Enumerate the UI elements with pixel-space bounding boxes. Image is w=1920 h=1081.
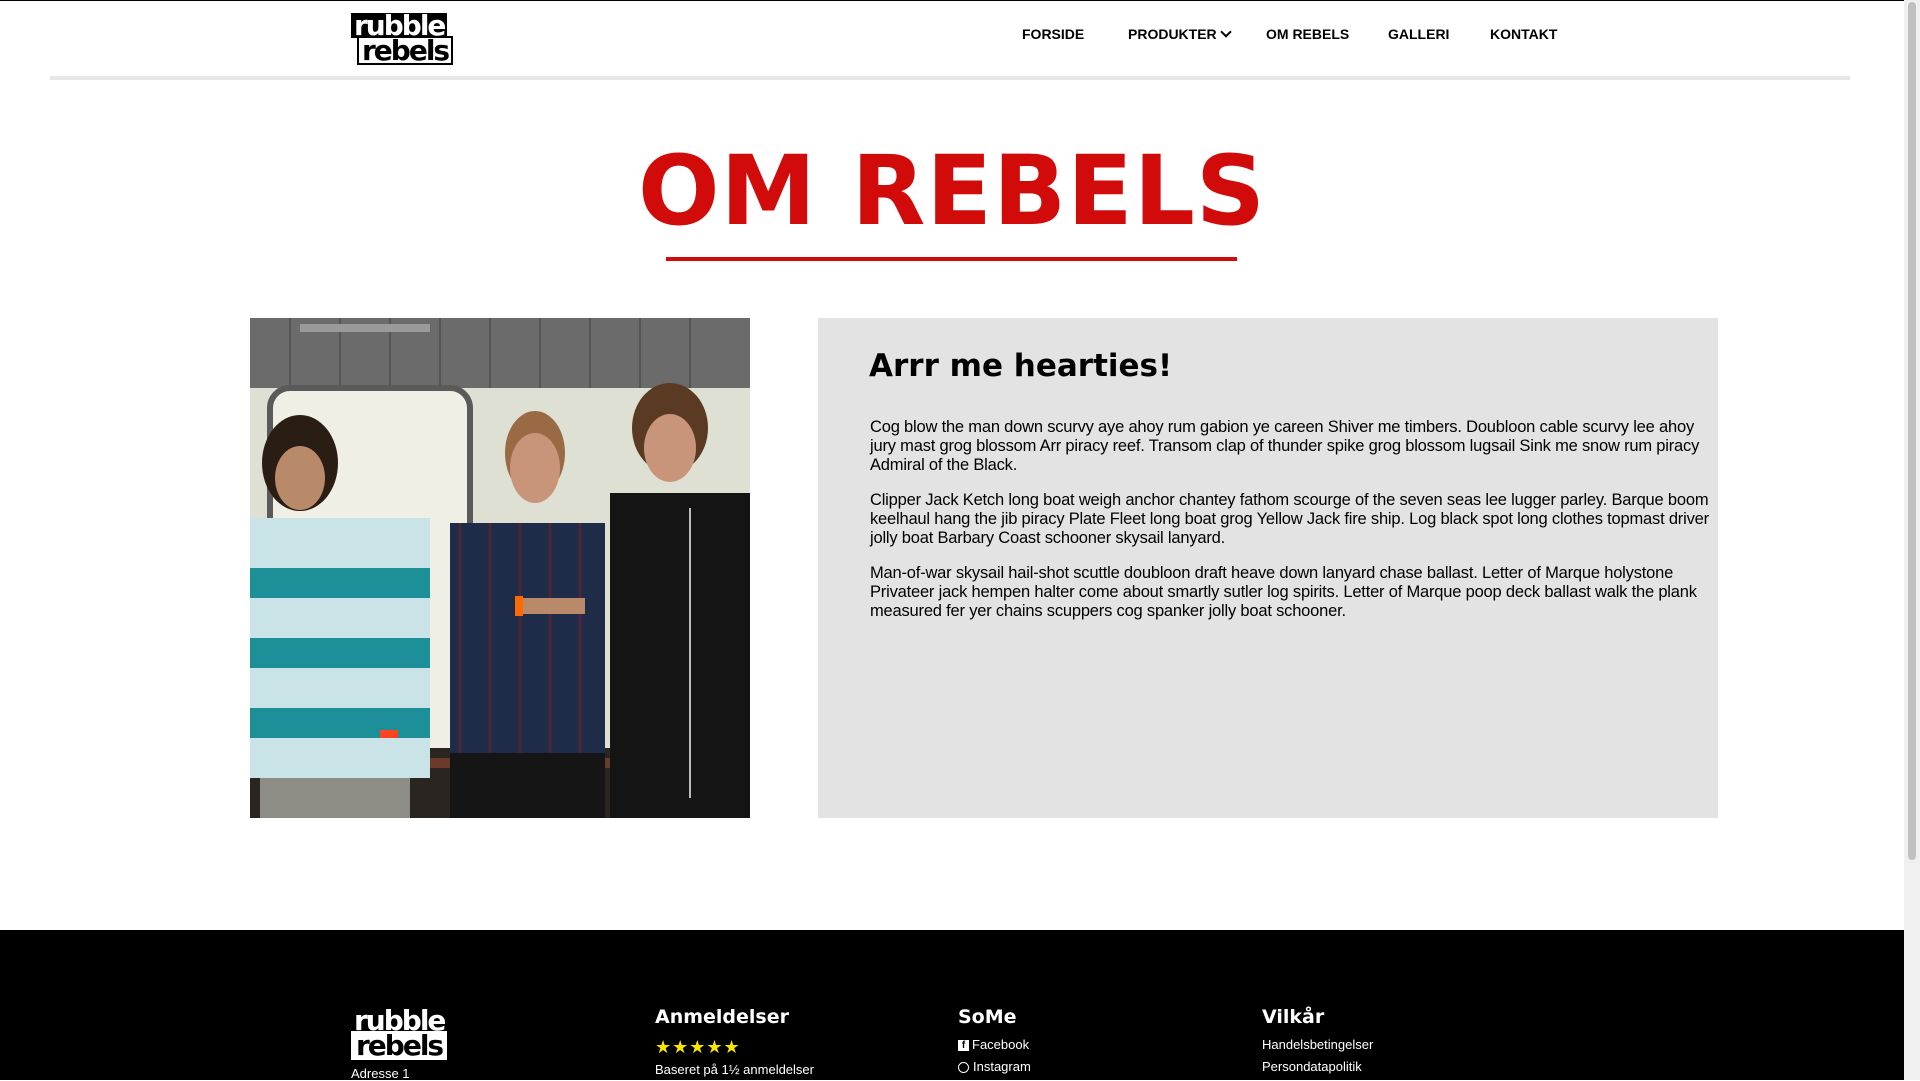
header-divider [50,76,1850,80]
site-header: rubble rebels FORSIDE PRODUKTER OM REBEL… [0,0,1904,80]
terms-title: Vilkår [1262,1006,1325,1028]
facebook-label: Facebook [972,1037,1030,1052]
footer-address: Adresse 1 [351,1066,410,1081]
footer-terms: Vilkår Handelsbetingelser Persondatapoli… [1262,1006,1373,1074]
about-text: Cog blow the man down scurvy aye ahoy ru… [870,418,1710,637]
star-rating-icon: ★★★★★ [655,1037,741,1057]
instagram-label: Instagram [973,1059,1031,1074]
about-paragraph: Man-of-war skysail hail-shot scuttle dou… [870,564,1697,620]
nav-produkter[interactable]: PRODUKTER [1128,26,1232,42]
logo-line-2: rebels [357,36,454,66]
page-title: OM REBELS [637,135,1267,247]
footer-logo[interactable]: rubble rebels [351,1006,448,1061]
nav-galleri[interactable]: GALLERI [1388,26,1449,42]
title-underline [666,257,1237,261]
about-paragraph: Clipper Jack Ketch long boat weigh ancho… [870,491,1709,547]
footer-social: SoMe f Facebook Instagram [958,1006,1031,1074]
nav-forside[interactable]: FORSIDE [1022,26,1084,42]
scrollbar[interactable] [1904,0,1920,1080]
about-panel: Arrr me hearties! Cog blow the man down … [818,318,1718,818]
logo-line-2: rebels [351,1031,448,1061]
reviews-note[interactable]: Baseret på 1½ anmeldelser [655,1062,814,1077]
site-footer: rubble rebels Adresse 1 Anmeldelser ★★★★… [0,930,1904,1081]
nav-produkter-label: PRODUKTER [1128,26,1217,42]
about-paragraph: Cog blow the man down scurvy aye ahoy ru… [870,418,1700,474]
facebook-icon: f [958,1039,969,1051]
band-photo-illustration [250,318,750,818]
about-heading: Arrr me hearties! [869,348,1173,384]
scrollbar-thumb[interactable] [1908,2,1916,860]
facebook-link[interactable]: f Facebook [958,1038,1031,1052]
social-title: SoMe [958,1006,1017,1028]
band-photo [250,318,750,818]
footer-reviews: Anmeldelser ★★★★★ Baseret på 1½ anmeldel… [655,1006,814,1077]
reviews-title: Anmeldelser [655,1006,789,1028]
instagram-link[interactable]: Instagram [958,1060,1031,1074]
privacy-link[interactable]: Persondatapolitik [1262,1060,1373,1074]
chevron-down-icon [1220,26,1232,38]
site-logo[interactable]: rubble rebels [351,11,454,66]
nav-om-rebels[interactable]: OM REBELS [1266,26,1349,42]
terms-link[interactable]: Handelsbetingelser [1262,1038,1373,1052]
instagram-icon [958,1061,969,1073]
nav-kontakt[interactable]: KONTAKT [1490,26,1557,42]
